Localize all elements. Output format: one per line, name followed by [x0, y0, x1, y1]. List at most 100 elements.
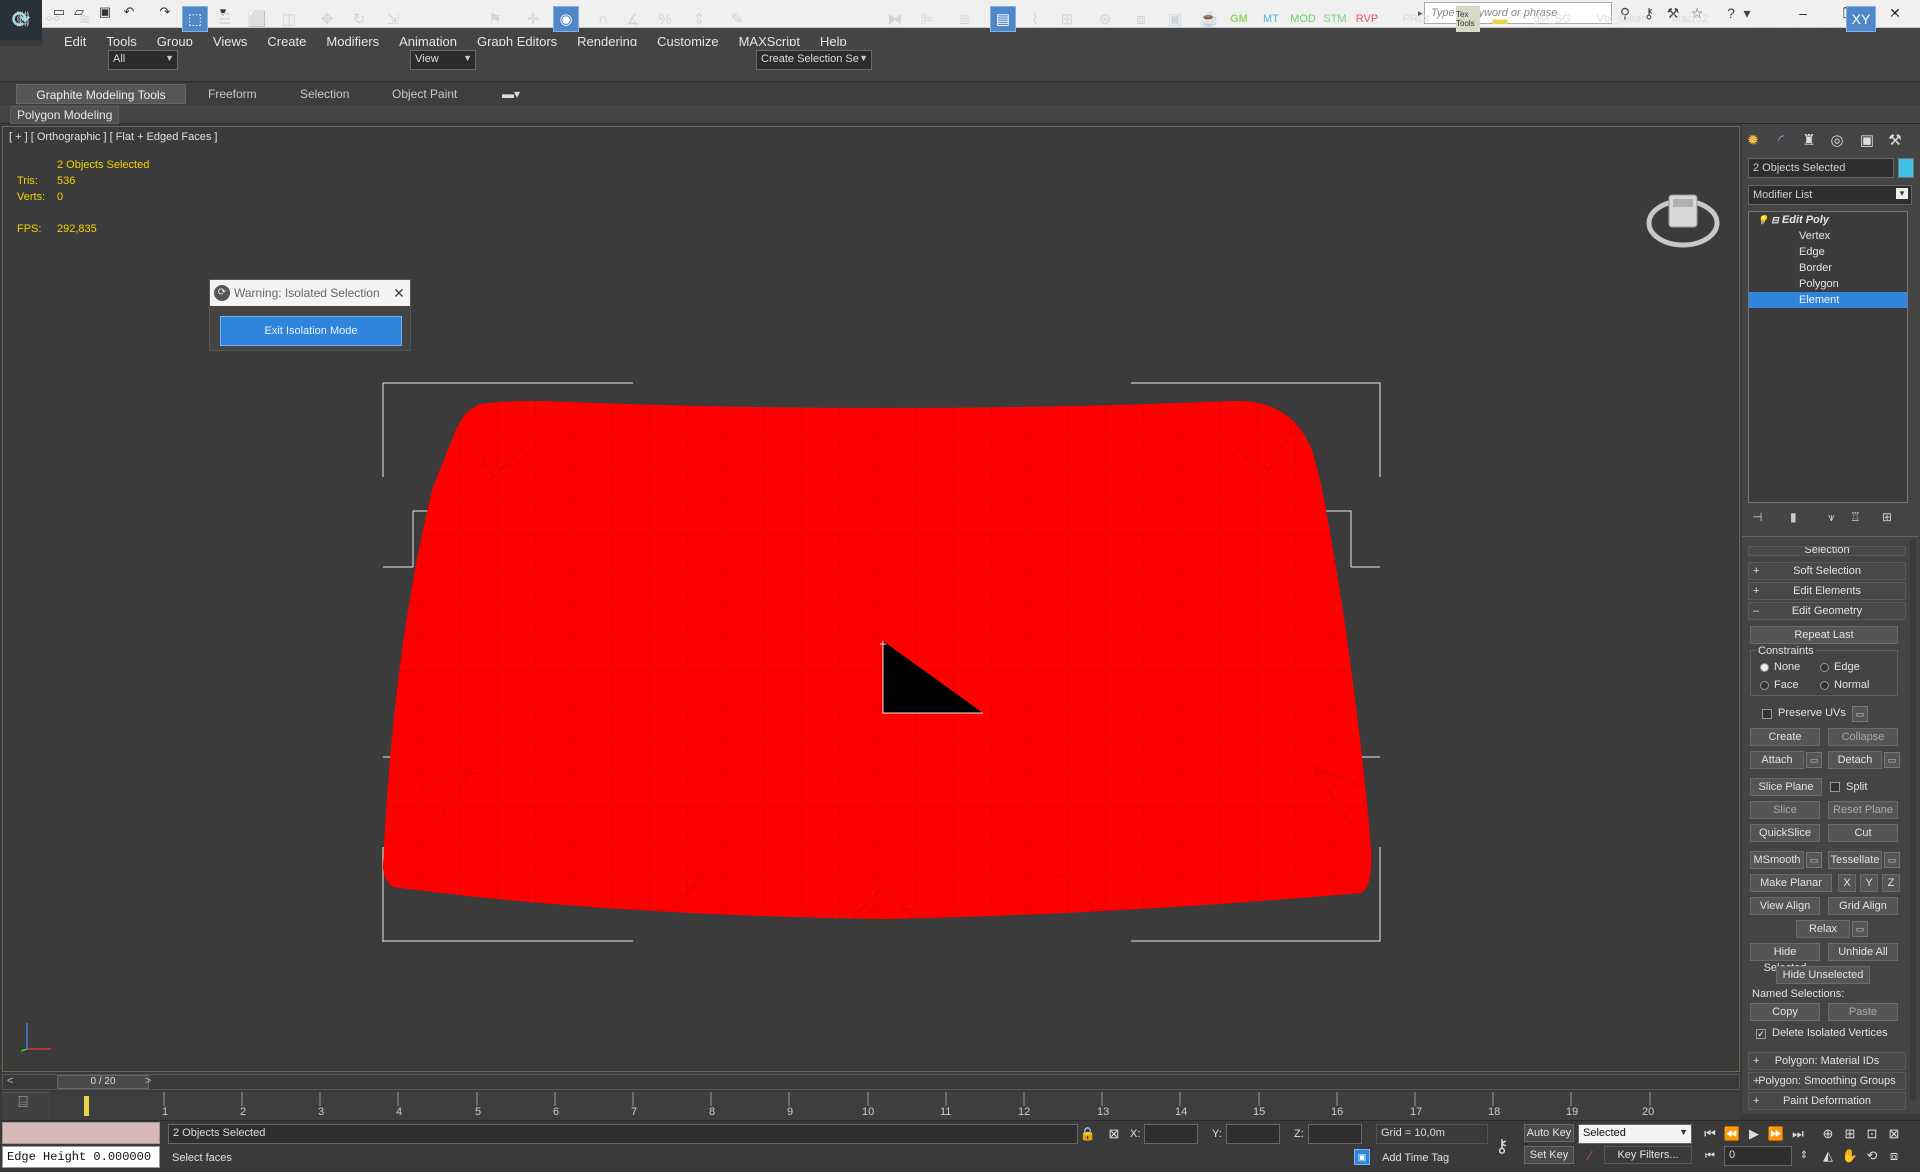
remove-modifier-icon[interactable]: ♖ — [1850, 510, 1861, 524]
save-icon[interactable]: ▣ — [96, 3, 114, 21]
time-next-icon[interactable]: > — [145, 1075, 151, 1087]
zoom-extents-all-icon[interactable]: ⊠ — [1884, 1124, 1904, 1144]
viewport[interactable]: [ + ] [ Orthographic ] [ Flat + Edged Fa… — [2, 126, 1740, 1072]
planar-y-button[interactable]: Y — [1860, 874, 1878, 892]
time-tag-icon[interactable]: ▣ — [1354, 1149, 1370, 1165]
tab-graphite-modeling-tools[interactable]: Graphite Modeling Tools — [16, 84, 186, 104]
coord-x-field[interactable] — [1144, 1124, 1198, 1144]
axis-y-button[interactable]: Y — [1782, 6, 1808, 32]
constraint-face-radio[interactable] — [1760, 681, 1769, 690]
select-manipulate-icon[interactable]: ✛ — [520, 6, 546, 32]
time-prev-icon[interactable]: < — [7, 1075, 13, 1087]
spinner-snap-icon[interactable]: ⇕ — [686, 6, 712, 32]
detach-settings-icon[interactable]: ▭ — [1884, 752, 1900, 768]
rollout-smoothing-groups[interactable]: + Polygon: Smoothing Groups — [1748, 1072, 1906, 1090]
utilities-tab-icon[interactable]: ⚒ — [1884, 130, 1906, 152]
split-checkbox[interactable] — [1830, 782, 1840, 792]
tab-selection[interactable]: Selection — [292, 84, 357, 104]
hide-selected-button[interactable]: Hide Selected — [1750, 943, 1820, 974]
object-name-field[interactable]: 2 Objects Selected — [1748, 158, 1894, 178]
coord-z-field[interactable] — [1308, 1124, 1362, 1144]
cut-button[interactable]: Cut — [1828, 824, 1898, 842]
modifier-stack[interactable]: 💡 ⊟ Edit Poly Vertex Edge Border Polygon… — [1748, 211, 1908, 503]
pivot-center-icon[interactable]: ⚑ — [482, 6, 508, 32]
vtx-clean-script-button[interactable]: Vtx_Clean — [1590, 6, 1654, 32]
hierarchy-tab-icon[interactable]: ♜ — [1798, 130, 1820, 152]
mirror-icon[interactable]: ⧓ — [882, 6, 908, 32]
redo-icon[interactable]: ↷ — [156, 3, 174, 21]
go-to-start-icon[interactable]: ⏮ — [1700, 1124, 1720, 1144]
stack-item-element[interactable]: Element — [1749, 292, 1907, 308]
next-frame-icon[interactable]: ⏩ — [1766, 1124, 1786, 1144]
relax-settings-icon[interactable]: ▭ — [1852, 921, 1868, 937]
maximize-viewport-icon[interactable]: ⧈ — [1884, 1146, 1904, 1166]
pin-stack-icon[interactable]: ⊣ — [1752, 510, 1762, 524]
undo-icon[interactable]: ↶ — [120, 3, 138, 21]
tab-object-paint[interactable]: Object Paint — [384, 84, 465, 104]
stack-item-edit-poly[interactable]: 💡 ⊟ Edit Poly — [1749, 212, 1907, 228]
attach-settings-icon[interactable]: ▭ — [1806, 752, 1822, 768]
relax-button[interactable]: Relax — [1796, 920, 1850, 938]
render-production-icon[interactable]: ☕ — [1196, 6, 1222, 32]
polygon-modeling-panel-button[interactable]: Polygon Modeling — [10, 106, 120, 124]
tessellate-button[interactable]: Tessellate — [1828, 851, 1882, 869]
delete-isolated-checkbox[interactable]: ✓ — [1756, 1029, 1766, 1039]
time-config-icon[interactable]: ⇕ — [1794, 1146, 1814, 1166]
curve-editor-icon[interactable]: ⌇ — [1022, 6, 1048, 32]
rvp-script-button[interactable]: RVP — [1354, 6, 1380, 32]
macro2-script-button[interactable]: Macro2 — [1662, 6, 1718, 32]
constraint-normal-radio[interactable] — [1820, 681, 1829, 690]
motion-tab-icon[interactable]: ◎ — [1826, 130, 1848, 152]
orbit-icon[interactable]: ⟲ — [1862, 1146, 1882, 1166]
rollout-edit-geometry[interactable]: – Edit Geometry — [1748, 602, 1906, 620]
field-of-view-icon[interactable]: ◭ — [1818, 1146, 1838, 1166]
modifier-list-dropdown[interactable]: Modifier List ▾ — [1748, 185, 1912, 205]
configure-sets-icon[interactable]: ⊞ — [1882, 510, 1892, 524]
rollout-selection[interactable]: Selection — [1748, 546, 1906, 556]
move-icon[interactable]: ✥ — [314, 6, 340, 32]
percent-snap-icon[interactable]: % — [652, 6, 678, 32]
absolute-mode-icon[interactable]: ⊠ — [1104, 1124, 1124, 1144]
mini-curve-editor-icon[interactable]: ⌸ — [8, 1094, 38, 1118]
rollout-material-ids[interactable]: + Polygon: Material IDs — [1748, 1052, 1906, 1070]
stack-item-edge[interactable]: Edge — [1749, 244, 1907, 260]
scale-icon[interactable]: ⇲ — [380, 6, 406, 32]
quickslice-button[interactable]: QuickSlice — [1750, 824, 1820, 842]
ribbon-options-icon[interactable]: ▬▾ — [494, 84, 528, 104]
axis-x-button[interactable]: X — [1750, 6, 1776, 32]
key-mode-toggle-icon[interactable]: ⏮ — [1700, 1146, 1720, 1166]
zoom-extents-icon[interactable]: ⊡ — [1862, 1124, 1882, 1144]
time-slider[interactable]: < 0 / 20 > — [2, 1074, 1740, 1090]
layer-manager-icon[interactable]: ≣ — [952, 6, 978, 32]
rotate-icon[interactable]: ↻ — [346, 6, 372, 32]
msmooth-settings-icon[interactable]: ▭ — [1806, 852, 1822, 868]
create-tab-icon[interactable]: ✹ — [1742, 130, 1764, 152]
rollout-paint-deformation[interactable]: + Paint Deformation — [1748, 1092, 1906, 1110]
play-icon[interactable]: ▶ — [1744, 1124, 1764, 1144]
stack-item-vertex[interactable]: Vertex — [1749, 228, 1907, 244]
zoom-all-icon[interactable]: ⊞ — [1840, 1124, 1860, 1144]
named-selection-dropdown[interactable]: Create Selection Se ▼ — [756, 50, 872, 70]
key-filters-button[interactable]: Key Filters... — [1604, 1146, 1692, 1164]
tessellate-settings-icon[interactable]: ▭ — [1884, 852, 1900, 868]
display-tab-icon[interactable]: ▣ — [1856, 130, 1878, 152]
rollout-edit-elements[interactable]: + Edit Elements — [1748, 582, 1906, 600]
tab-freeform[interactable]: Freeform — [200, 84, 265, 104]
edit-named-selection-icon[interactable]: ✎ — [724, 6, 750, 32]
constraint-none-radio[interactable] — [1760, 663, 1769, 672]
attach-button[interactable]: Attach — [1750, 751, 1804, 769]
help-icon[interactable]: ? — [1720, 3, 1742, 23]
make-planar-button[interactable]: Make Planar — [1750, 874, 1832, 892]
stack-item-polygon[interactable]: Polygon — [1749, 276, 1907, 292]
unhide-all-button[interactable]: Unhide All — [1828, 943, 1898, 961]
previous-frame-icon[interactable]: ⏪ — [1722, 1124, 1742, 1144]
planar-z-button[interactable]: Z — [1882, 874, 1900, 892]
command-panel-scrollbar[interactable] — [1910, 540, 1916, 1100]
textools-button[interactable]: Tex Tools — [1456, 6, 1480, 32]
bind-spacewarp-icon[interactable]: ≋ — [72, 6, 98, 32]
reset-plane-button[interactable]: Reset Plane — [1828, 801, 1898, 819]
render-setup-icon[interactable]: ⧇ — [1128, 6, 1154, 32]
rectangular-selection-icon[interactable]: ⬜ — [244, 6, 270, 32]
add-time-tag-label[interactable]: Add Time Tag — [1382, 1152, 1449, 1164]
graphite-toggle-icon[interactable]: ▤ — [990, 6, 1016, 32]
